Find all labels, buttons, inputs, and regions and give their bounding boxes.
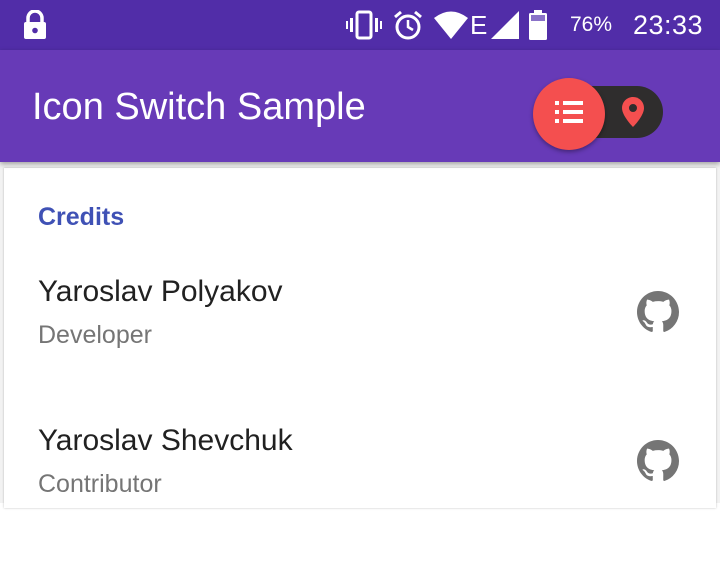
credits-card: Credits Yaroslav Polyakov Developer Yaro… xyxy=(4,168,716,508)
vibrate-icon xyxy=(346,10,382,40)
list-item[interactable]: Yaroslav Polyakov Developer xyxy=(4,274,716,414)
clock: 23:33 xyxy=(633,10,704,40)
content-area: Credits Yaroslav Polyakov Developer Yaro… xyxy=(0,162,720,508)
network-type-label: E xyxy=(470,10,488,40)
list-icon xyxy=(555,100,583,129)
credit-name: Yaroslav Polyakov xyxy=(38,275,283,308)
credit-role: Contributor xyxy=(38,470,162,498)
page-title: Icon Switch Sample xyxy=(32,86,366,128)
credit-role: Developer xyxy=(38,321,152,349)
alarm-icon xyxy=(392,9,424,41)
battery-percent: 76% xyxy=(570,13,613,36)
credits-header: Credits xyxy=(38,203,125,231)
location-pin-icon[interactable] xyxy=(622,97,644,132)
wifi-icon xyxy=(434,11,468,39)
app-bar: Icon Switch Sample xyxy=(0,50,720,162)
list-item[interactable]: Yaroslav Shevchuk Contributor xyxy=(4,423,716,563)
switch-thumb[interactable] xyxy=(533,78,605,150)
github-icon[interactable] xyxy=(636,439,680,483)
cellular-signal-icon xyxy=(491,11,520,39)
github-icon[interactable] xyxy=(636,290,680,334)
credit-name: Yaroslav Shevchuk xyxy=(38,424,293,457)
battery-icon xyxy=(529,10,548,40)
status-bar: E 76% 23:33 xyxy=(0,0,720,50)
lock-icon xyxy=(22,9,48,45)
icon-switch[interactable] xyxy=(533,78,665,150)
